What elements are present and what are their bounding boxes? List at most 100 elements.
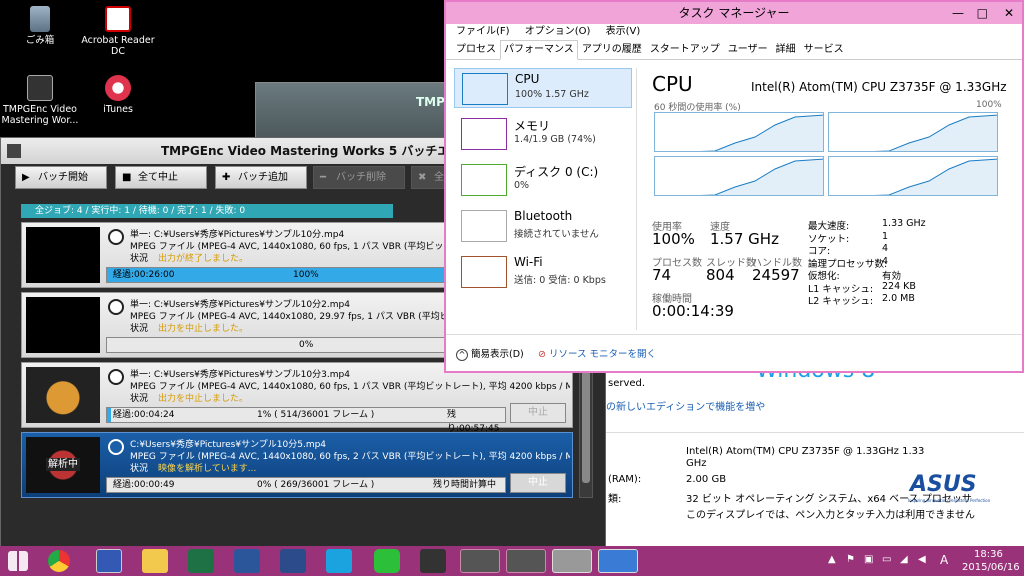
close-icon[interactable]: ✕ <box>1004 2 1014 24</box>
job-stop-button[interactable]: 中止 <box>510 403 566 423</box>
task-manager-window[interactable]: タスク マネージャー — □ ✕ ファイル(F) オプション(O) 表示(V) … <box>444 0 1024 373</box>
progress-text: 0% <box>299 340 314 350</box>
stop-all-button[interactable]: ■ 全て中止 <box>115 166 207 189</box>
tab-app-history[interactable]: アプリの履歴 <box>578 40 646 60</box>
tmpgenc-taskbar-icon-2[interactable] <box>506 549 546 573</box>
remaining-time: 残り時間計算中 <box>433 480 497 490</box>
excel-icon[interactable] <box>188 549 214 573</box>
progress-text: 0% ( 269/36001 フレーム ) <box>257 480 375 490</box>
minimize-icon[interactable]: — <box>952 2 964 24</box>
resource-bluetooth[interactable]: Bluetooth 接続されていません <box>454 206 632 246</box>
speed-value: 1.57 GHz <box>710 230 779 248</box>
desktop-icon-recycle-bin[interactable]: ごみ箱 <box>0 6 80 46</box>
resource-wifi[interactable]: Wi-Fi 送信: 0 受信: 0 Kbps <box>454 252 632 292</box>
video-thumbnail <box>26 227 100 283</box>
cpu-core-graph <box>654 156 824 196</box>
desktop-icon-label: TMPGEnc Video Mastering Wor... <box>1 104 79 126</box>
cpu-property-value: 4 <box>882 243 889 254</box>
line-icon[interactable] <box>374 549 400 573</box>
batch-delete-button[interactable]: ━ バッチ削除 <box>313 166 405 189</box>
clock-time[interactable]: 18:36 <box>974 549 1003 560</box>
tmpgenc-taskbar-icon[interactable] <box>460 549 500 573</box>
resource-monitor-link[interactable]: ⊘ リソース モニターを開く <box>538 346 656 360</box>
tab-details[interactable]: 詳細 <box>772 40 800 60</box>
thumbnail-label: 解析中 <box>46 458 80 471</box>
job-status: 出力が終了しました。 <box>158 254 249 264</box>
tmpgenc-main-window[interactable]: TMPG <box>255 82 455 142</box>
batch-start-button[interactable]: ▶ バッチ開始 <box>15 166 107 189</box>
cpu-core-graph <box>828 112 998 152</box>
resource-memory[interactable]: メモリ 1.4/1.9 GB (74%) <box>454 114 632 154</box>
job-status: 映像を解析しています... <box>158 464 257 474</box>
usage-line <box>873 158 997 195</box>
app-icon[interactable] <box>280 549 306 573</box>
desktop-icon-tmpgenc[interactable]: TMPGEnc Video Mastering Wor... <box>0 75 80 126</box>
clock-icon <box>108 439 124 455</box>
action-center-icon[interactable]: ⚑ <box>846 554 855 565</box>
disk-mini-graph <box>461 164 507 196</box>
cpu-model: Intel(R) Atom(TM) CPU Z3735F @ 1.33GHz <box>751 80 1007 94</box>
resource-disk[interactable]: ディスク 0 (C:) 0% <box>454 160 632 200</box>
brand-tagline: Inspiring Innovation Persistent Perfecti… <box>908 498 991 503</box>
itunes-icon <box>105 75 131 101</box>
status-label: 状況 <box>130 254 149 264</box>
tray-chevron-icon[interactable]: ▲ <box>828 554 836 565</box>
job-item[interactable]: 解析中 C:¥Users¥秀彦¥Pictures¥サンプル10分5.mp4 MP… <box>21 432 573 498</box>
wifi-icon[interactable]: ◢ <box>900 554 908 565</box>
recycle-bin-icon <box>30 6 50 32</box>
close-icon: ✖ <box>418 172 427 183</box>
windows-start-icon[interactable] <box>8 551 28 571</box>
clock-icon <box>108 299 124 315</box>
maximize-icon[interactable]: □ <box>977 2 988 24</box>
ime-indicator[interactable]: A <box>940 553 948 567</box>
clock-date[interactable]: 2015/06/16 <box>962 562 1020 573</box>
batch-add-button[interactable]: ✚ バッチ追加 <box>215 166 307 189</box>
pen-touch-value: このディスプレイでは、ペン入力とタッチ入力は利用できません <box>686 510 975 521</box>
task-manager-taskbar-icon[interactable] <box>598 549 638 573</box>
battery-icon[interactable]: ▭ <box>882 554 891 565</box>
volume-icon[interactable]: ◀ <box>918 554 926 565</box>
resource-cpu[interactable]: CPU 100% 1.57 GHz <box>454 68 632 108</box>
job-summary: 全ジョブ: 4 / 実行中: 1 / 待機: 0 / 完了: 1 / 失敗: 0 <box>21 204 393 218</box>
resource-monitor-icon: ⊘ <box>538 349 546 360</box>
menu-options[interactable]: オプション(O) <box>525 26 591 37</box>
desktop-icon-label: ごみ箱 <box>25 35 55 46</box>
system-info-window[interactable]: served. Windows 8 の新しいエディションで機能を増や Intel… <box>604 358 1024 546</box>
play-icon: ▶ <box>22 172 30 183</box>
ram-label: (RAM): <box>608 474 642 485</box>
sparkle-app-icon[interactable] <box>326 549 352 573</box>
ram-value: 2.00 GB <box>686 474 727 485</box>
job-stop-button[interactable]: 中止 <box>510 473 566 493</box>
file-explorer-icon[interactable] <box>142 549 168 573</box>
tab-processes[interactable]: プロセス <box>452 40 500 60</box>
new-edition-link[interactable]: の新しいエディションで機能を増や <box>606 398 765 413</box>
cpu-property-label: L2 キャッシュ: <box>808 296 874 307</box>
tab-performance[interactable]: パフォーマンス <box>500 40 578 60</box>
tab-users[interactable]: ユーザー <box>724 40 772 60</box>
fewer-details-button[interactable]: ^ 簡易表示(D) <box>456 346 524 361</box>
tab-services[interactable]: サービス <box>800 40 848 60</box>
taskmgr-title: タスク マネージャー <box>678 6 790 20</box>
cpu-property-value: 1 <box>882 230 889 242</box>
elapsed-time: 経過:00:26:00 <box>113 270 175 280</box>
word-icon[interactable] <box>234 549 260 573</box>
menu-view[interactable]: 表示(V) <box>606 26 641 37</box>
fc-app-icon[interactable] <box>96 549 122 573</box>
menu-file[interactable]: ファイル(F) <box>456 26 510 37</box>
video-thumbnail: 解析中 <box>26 437 100 493</box>
job-status: 出力を中止しました。 <box>158 324 249 334</box>
video-app-icon[interactable] <box>420 549 446 573</box>
tray-app-icon[interactable]: ▣ <box>864 554 873 565</box>
desktop-icon-acrobat[interactable]: Acrobat Reader DC <box>78 6 158 57</box>
usage-line <box>699 114 823 151</box>
cpu-core-graph <box>654 112 824 152</box>
system-window-icon[interactable] <box>552 549 592 573</box>
desktop-icon-itunes[interactable]: iTunes <box>78 75 158 115</box>
status-label: 状況 <box>130 464 149 474</box>
chrome-icon[interactable] <box>48 550 70 572</box>
app-icon <box>7 144 21 158</box>
tab-bar: プロセス パフォーマンス アプリの履歴 スタートアップ ユーザー 詳細 サービス <box>446 40 1022 60</box>
status-label: 状況 <box>130 394 149 404</box>
tab-startup[interactable]: スタートアップ <box>646 40 724 60</box>
plus-icon: ✚ <box>222 172 231 183</box>
